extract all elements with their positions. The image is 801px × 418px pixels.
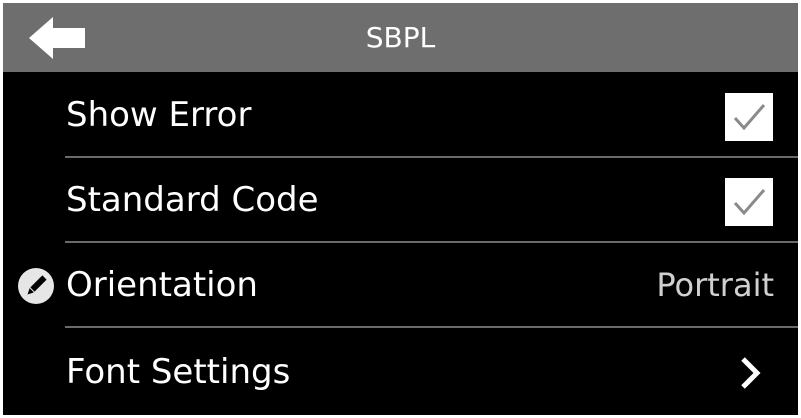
setting-label-show-error: Show Error: [66, 95, 252, 135]
divider: [65, 326, 798, 328]
setting-row-font-settings[interactable]: Font Settings: [3, 329, 798, 415]
setting-label-orientation: Orientation: [66, 265, 258, 305]
check-icon: [733, 189, 766, 216]
back-button[interactable]: [29, 17, 87, 59]
page-title: SBPL: [365, 21, 436, 54]
orientation-value: Portrait: [656, 266, 774, 304]
setting-row-standard-code[interactable]: Standard Code: [3, 157, 798, 243]
show-error-checkbox[interactable]: [725, 93, 773, 141]
standard-code-checkbox[interactable]: [725, 178, 773, 226]
back-arrow-icon: [29, 17, 85, 59]
check-icon: [733, 104, 766, 131]
setting-label-standard-code: Standard Code: [66, 180, 319, 220]
setting-row-orientation[interactable]: Orientation Portrait: [3, 242, 798, 328]
screen: SBPL Show Error Standard Code Orientatio…: [0, 0, 801, 418]
title-bar: SBPL: [3, 3, 798, 72]
chevron-right-icon[interactable]: [733, 353, 767, 393]
setting-label-font-settings: Font Settings: [66, 352, 291, 392]
pencil-icon: [18, 268, 54, 304]
settings-panel: SBPL Show Error Standard Code Orientatio…: [3, 3, 798, 415]
setting-row-show-error[interactable]: Show Error: [3, 72, 798, 158]
